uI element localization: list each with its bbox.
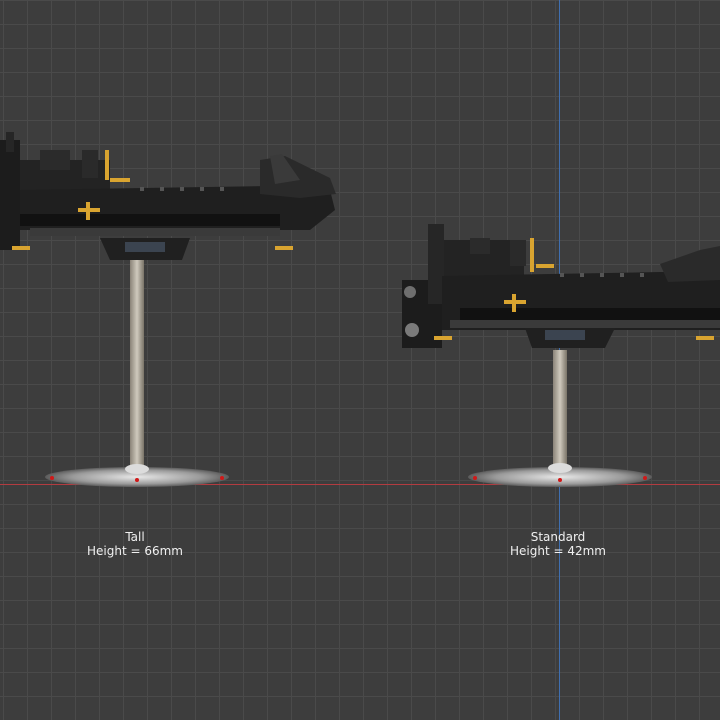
standard-ship-model[interactable] (400, 220, 720, 490)
stand-pole (130, 255, 144, 470)
stand-pole (553, 350, 567, 468)
base-marker (220, 476, 224, 480)
base-peg (125, 464, 149, 474)
tall-model-label: Tall Height = 66mm (55, 530, 215, 558)
standard-model-height: Height = 42mm (510, 544, 606, 558)
tall-ship-model[interactable] (0, 120, 360, 490)
base-marker (558, 478, 562, 482)
standard-model-label: Standard Height = 42mm (478, 530, 638, 558)
tall-model-height: Height = 66mm (87, 544, 183, 558)
base-marker (473, 476, 477, 480)
tall-model-name: Tall (125, 530, 145, 544)
base-marker (50, 476, 54, 480)
standard-model-name: Standard (530, 530, 586, 544)
base-peg (548, 463, 572, 473)
base-marker (135, 478, 139, 482)
ship-hull (402, 224, 720, 348)
base-marker (643, 476, 647, 480)
3d-viewport[interactable]: Tall Height = 66mm Standard Height = 42m… (0, 0, 720, 720)
ship-hull (0, 132, 336, 260)
